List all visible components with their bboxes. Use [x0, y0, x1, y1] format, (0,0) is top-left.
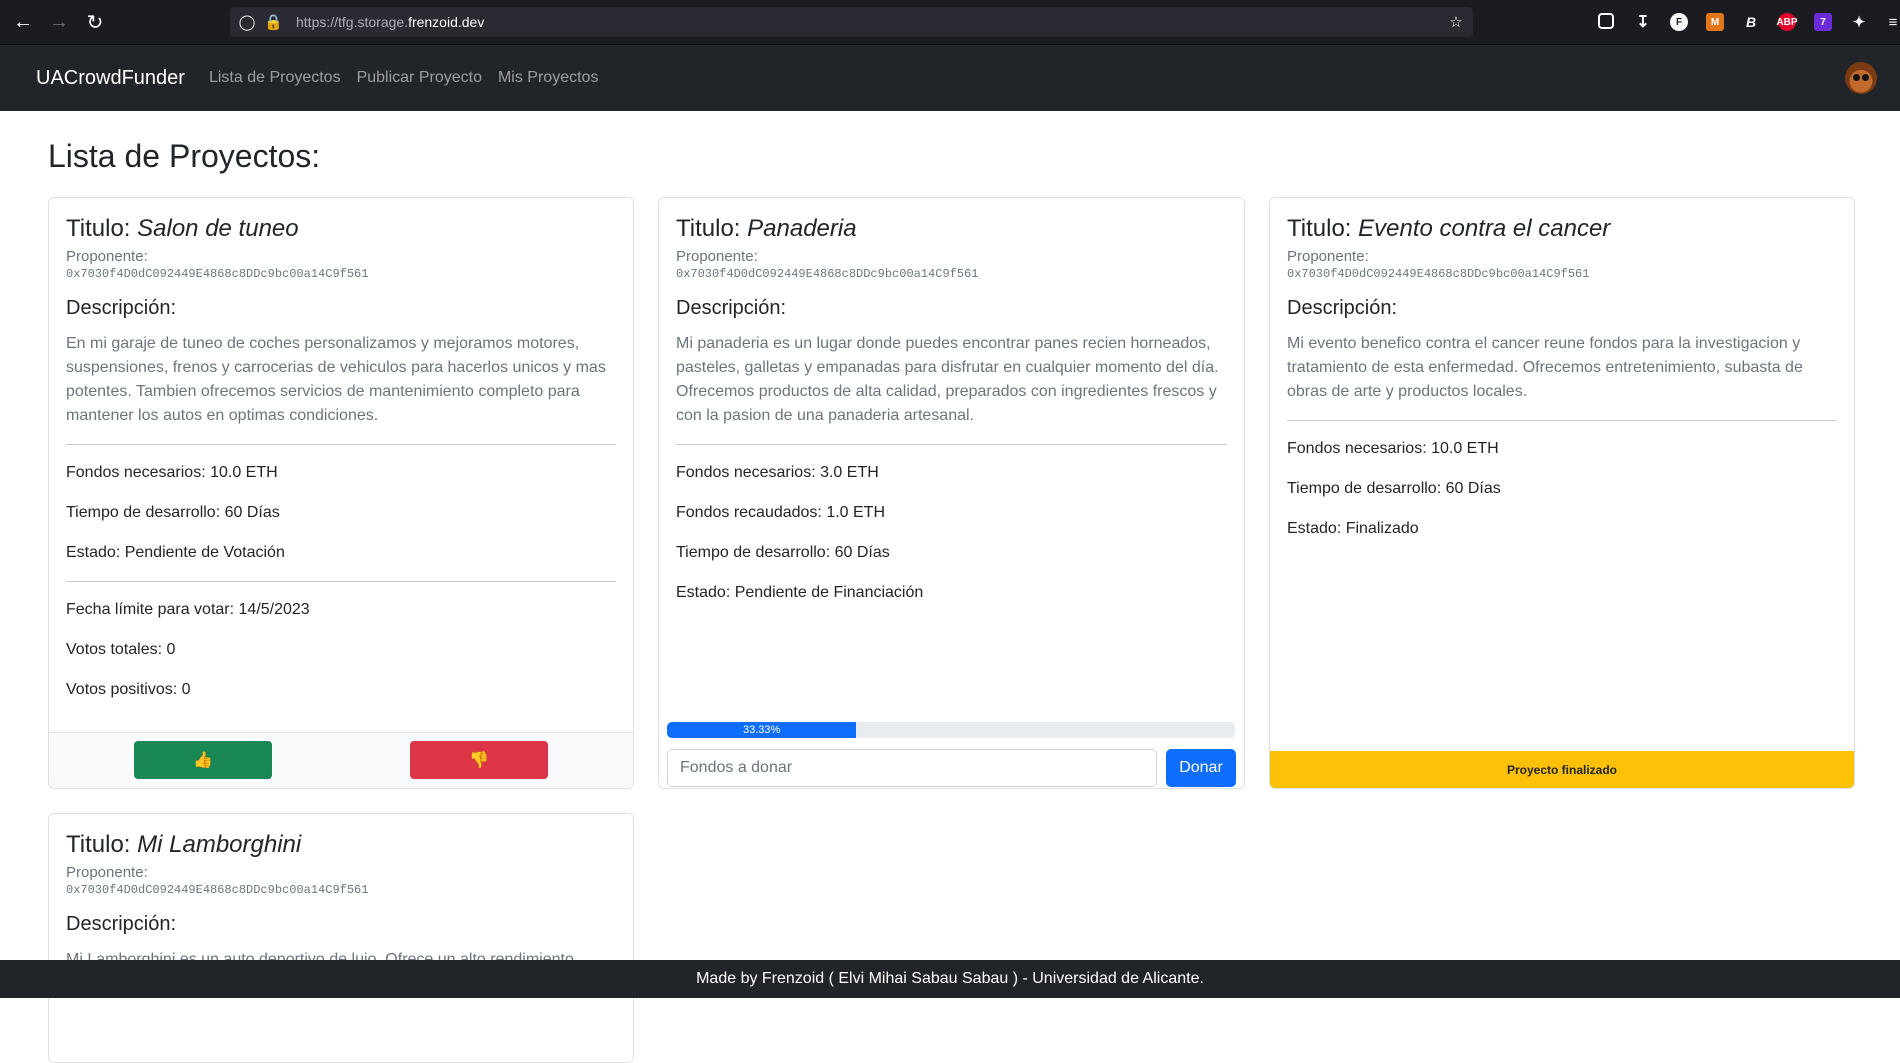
site-footer: Made by Frenzoid ( Elvi Mihai Sabau Saba…: [0, 960, 1900, 998]
metamask-icon[interactable]: M: [1706, 13, 1724, 31]
proponent-address: 0x7030f4D0dC092449E4868c8DDc9bc00a14C9f5…: [66, 267, 369, 281]
extension-f-icon[interactable]: F: [1670, 13, 1688, 31]
project-title: Titulo: Mi Lamborghini: [66, 831, 302, 858]
description-heading: Descripción:: [1287, 297, 1398, 319]
development-time: Tiempo de desarrollo: 60 Días: [66, 504, 280, 521]
project-card-mi-lamborghini: Titulo: Mi Lamborghini Proponente: 0x703…: [48, 813, 634, 1063]
nav-link-publicar-proyecto[interactable]: Publicar Proyecto: [357, 69, 482, 87]
pocket-icon[interactable]: [1598, 13, 1614, 29]
project-card-panaderia: Titulo: Panaderia Proponente: 0x7030f4D0…: [658, 197, 1245, 789]
avatar-eye-right: [1862, 74, 1869, 81]
proponent-address: 0x7030f4D0dC092449E4868c8DDc9bc00a14C9f5…: [1287, 267, 1590, 281]
funds-needed: Fondos necesarios: 3.0 ETH: [676, 464, 879, 481]
status-text: Estado: Pendiente de Financiación: [676, 584, 924, 601]
funds-raised: Fondos recaudados: 1.0 ETH: [676, 504, 886, 521]
description-text: Mi panaderia es un lugar donde puedes en…: [676, 335, 1219, 424]
address-bar[interactable]: ◯ 🔒 https://tfg.storage.frenzoid.dev ☆: [230, 7, 1473, 37]
brand-logo[interactable]: UACrowdFunder: [36, 67, 185, 90]
extensions-puzzle-icon[interactable]: ✦: [1850, 13, 1868, 31]
proponent-address: 0x7030f4D0dC092449E4868c8DDc9bc00a14C9f5…: [66, 883, 369, 897]
proponent-label: Proponente:: [66, 248, 148, 265]
development-time: Tiempo de desarrollo: 60 Días: [1287, 480, 1501, 497]
description-heading: Descripción:: [66, 913, 177, 935]
nav-link-mis-proyectos[interactable]: Mis Proyectos: [498, 69, 598, 87]
extension-b-icon[interactable]: B: [1742, 13, 1760, 31]
shield-icon[interactable]: ◯: [238, 13, 256, 31]
vote-down-button[interactable]: 👎: [410, 741, 548, 779]
avatar-eye-left: [1853, 74, 1860, 81]
votes-total: Votos totales: 0: [66, 641, 176, 658]
app-navbar: UACrowdFunder Lista de Proyectos Publica…: [0, 45, 1900, 111]
proponent-label: Proponente:: [1287, 248, 1369, 265]
project-card-evento-contra-el-cancer: Titulo: Evento contra el cancer Proponen…: [1269, 197, 1855, 789]
proponent-address: 0x7030f4D0dC092449E4868c8DDc9bc00a14C9f5…: [676, 267, 979, 281]
divider: [1287, 420, 1837, 421]
description-heading: Descripción:: [66, 297, 177, 319]
proponent-label: Proponente:: [676, 248, 758, 265]
development-time: Tiempo de desarrollo: 60 Días: [676, 544, 890, 561]
thumbs-down-icon: 👎: [469, 752, 489, 769]
divider: [66, 444, 616, 445]
downloads-icon[interactable]: ↧: [1634, 13, 1652, 31]
project-title: Titulo: Salon de tuneo: [66, 215, 299, 242]
lock-icon[interactable]: 🔒: [264, 13, 283, 31]
nav-link-lista-proyectos[interactable]: Lista de Proyectos: [209, 69, 341, 87]
user-avatar[interactable]: [1845, 62, 1877, 94]
funding-progress-bar: 33.33%: [667, 722, 1235, 738]
vote-deadline: Fecha límite para votar: 14/5/2023: [66, 601, 310, 618]
extension-badge-icon[interactable]: 7: [1814, 13, 1832, 31]
reload-icon[interactable]: ↻: [82, 9, 108, 35]
funds-needed: Fondos necesarios: 10.0 ETH: [66, 464, 278, 481]
menu-icon[interactable]: ≡: [1884, 13, 1900, 31]
funding-progress-fill: 33.33%: [667, 722, 857, 738]
description-text: Mi evento benefico contra el cancer reun…: [1287, 335, 1803, 400]
url-text[interactable]: https://tfg.storage.frenzoid.dev: [296, 14, 484, 30]
project-finished-banner: Proyecto finalizado: [1270, 751, 1854, 788]
description-heading: Descripción:: [676, 297, 787, 319]
project-title: Titulo: Panaderia: [676, 215, 857, 242]
status-text: Estado: Pendiente de Votación: [66, 544, 285, 561]
divider: [66, 581, 616, 582]
footer-credits: Made by Frenzoid ( Elvi Mihai Sabau Saba…: [696, 970, 1204, 987]
proponent-label: Proponente:: [66, 864, 148, 881]
status-text: Estado: Finalizado: [1287, 520, 1419, 537]
description-text: En mi garaje de tuneo de coches personal…: [66, 335, 606, 424]
donate-amount-input[interactable]: [667, 749, 1157, 787]
back-icon[interactable]: ←: [10, 9, 36, 35]
votes-positive: Votos positivos: 0: [66, 681, 191, 698]
vote-up-button[interactable]: 👍: [134, 741, 272, 779]
project-title: Titulo: Evento contra el cancer: [1287, 215, 1611, 242]
browser-toolbar: ← → ↻ ◯ 🔒 https://tfg.storage.frenzoid.d…: [0, 0, 1900, 45]
project-card-salon-de-tuneo: Titulo: Salon de tuneo Proponente: 0x703…: [48, 197, 634, 789]
vote-footer: 👍 👎: [49, 732, 633, 788]
bookmark-star-icon[interactable]: ☆: [1447, 13, 1465, 31]
page-title: Lista de Proyectos:: [48, 138, 321, 174]
thumbs-up-icon: 👍: [193, 752, 213, 769]
forward-icon[interactable]: →: [46, 9, 72, 35]
donate-button[interactable]: Donar: [1166, 749, 1236, 787]
adblock-icon[interactable]: ABP: [1776, 13, 1798, 31]
divider: [676, 444, 1227, 445]
funds-needed: Fondos necesarios: 10.0 ETH: [1287, 440, 1499, 457]
